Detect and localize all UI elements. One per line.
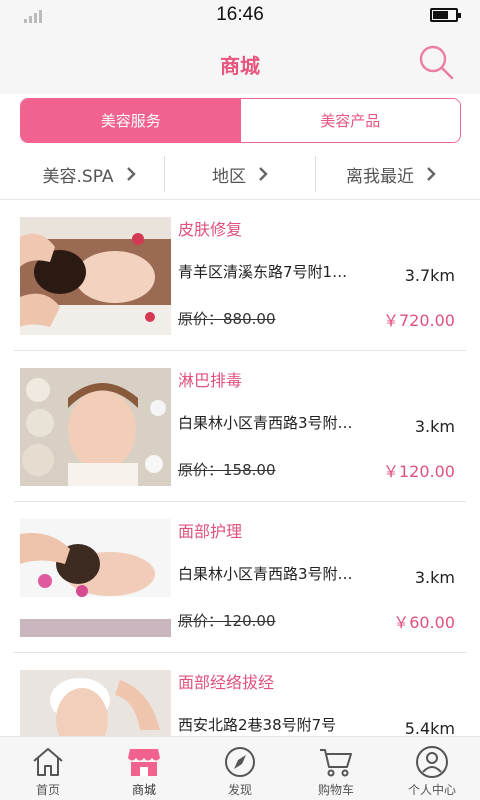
filter-label: 离我最近 bbox=[346, 166, 414, 187]
tab-beauty-products[interactable]: 美容产品 bbox=[240, 99, 460, 142]
header: 商城 bbox=[0, 30, 480, 94]
filter-bar: 美容.SPA 地区 离我最近 bbox=[14, 156, 466, 192]
service-title: 淋巴排毒 bbox=[178, 371, 243, 390]
original-price: 原价：880.00 bbox=[178, 310, 276, 328]
service-distance: 3.km bbox=[414, 568, 455, 587]
compass-icon bbox=[225, 747, 255, 777]
service-address: 白果林小区青西路3号附… bbox=[178, 414, 353, 432]
tab-label: 购物车 bbox=[317, 783, 354, 797]
sale-price: ￥60.00 bbox=[393, 613, 455, 632]
service-distance: 5.4km bbox=[404, 719, 455, 736]
service-list: 皮肤修复 青羊区清溪东路7号附1… 3.7km 原价：880.00 ￥720.0… bbox=[0, 200, 480, 736]
search-button[interactable] bbox=[416, 42, 456, 82]
filter-nearest[interactable]: 离我最近 bbox=[315, 156, 466, 192]
service-address: 白果林小区青西路3号附… bbox=[178, 565, 353, 583]
sale-price: ￥120.00 bbox=[383, 462, 455, 481]
tab-store[interactable]: 商城 bbox=[96, 737, 192, 800]
filter-region[interactable]: 地区 bbox=[164, 156, 315, 192]
service-title: 面部经络拔经 bbox=[178, 673, 275, 692]
service-title: 面部护理 bbox=[178, 522, 243, 541]
filter-label: 地区 bbox=[212, 166, 246, 187]
search-icon bbox=[419, 45, 454, 80]
cart-icon bbox=[320, 749, 352, 777]
service-distance: 3.7km bbox=[404, 266, 455, 285]
service-thumbnail bbox=[20, 217, 171, 335]
service-address: 青羊区清溪东路7号附1… bbox=[178, 263, 348, 281]
tab-label: 商城 bbox=[131, 783, 156, 797]
service-thumbnail bbox=[20, 670, 171, 736]
chevron-right-icon bbox=[427, 167, 436, 181]
tab-home[interactable]: 首页 bbox=[0, 737, 96, 800]
status-bar: 16:46 bbox=[0, 0, 480, 30]
list-item[interactable]: 面部经络拔经 西安北路2巷38号附7号 5.4km bbox=[0, 653, 480, 736]
sale-price: ￥720.00 bbox=[383, 311, 455, 330]
list-item[interactable]: 面部护理 白果林小区青西路3号附… 3.km 原价：120.00 ￥60.00 bbox=[0, 502, 480, 653]
service-distance: 3.km bbox=[414, 417, 455, 436]
tab-label: 个人中心 bbox=[407, 783, 456, 797]
store-icon bbox=[128, 749, 160, 776]
filter-category[interactable]: 美容.SPA bbox=[14, 156, 164, 192]
tab-beauty-services[interactable]: 美容服务 bbox=[21, 99, 241, 142]
category-segment: 美容服务 美容产品 bbox=[20, 98, 461, 143]
service-address: 西安北路2巷38号附7号 bbox=[178, 716, 337, 734]
home-icon bbox=[33, 748, 63, 776]
user-icon bbox=[416, 746, 448, 778]
tab-discover[interactable]: 发现 bbox=[192, 737, 288, 800]
tab-label: 首页 bbox=[35, 783, 60, 797]
service-thumbnail bbox=[20, 368, 171, 486]
service-thumbnail bbox=[20, 519, 171, 637]
chevron-right-icon bbox=[126, 167, 136, 181]
original-price: 原价：158.00 bbox=[178, 461, 276, 479]
list-item[interactable]: 淋巴排毒 白果林小区青西路3号附… 3.km 原价：158.00 ￥120.00 bbox=[0, 351, 480, 502]
battery-level bbox=[433, 11, 449, 19]
tab-label: 发现 bbox=[227, 783, 252, 797]
page-title: 商城 bbox=[220, 54, 260, 78]
bottom-tab-bar: 首页 商城 发现 购物车 个人中心 bbox=[0, 736, 480, 800]
filter-label: 美容.SPA bbox=[42, 166, 114, 187]
battery-icon bbox=[430, 8, 461, 22]
tab-profile[interactable]: 个人中心 bbox=[384, 737, 480, 800]
original-price: 原价：120.00 bbox=[178, 612, 276, 630]
chevron-right-icon bbox=[259, 167, 268, 181]
tab-cart[interactable]: 购物车 bbox=[288, 737, 384, 800]
clock: 16:46 bbox=[216, 4, 264, 25]
service-title: 皮肤修复 bbox=[178, 220, 243, 239]
list-item[interactable]: 皮肤修复 青羊区清溪东路7号附1… 3.7km 原价：880.00 ￥720.0… bbox=[0, 200, 480, 351]
